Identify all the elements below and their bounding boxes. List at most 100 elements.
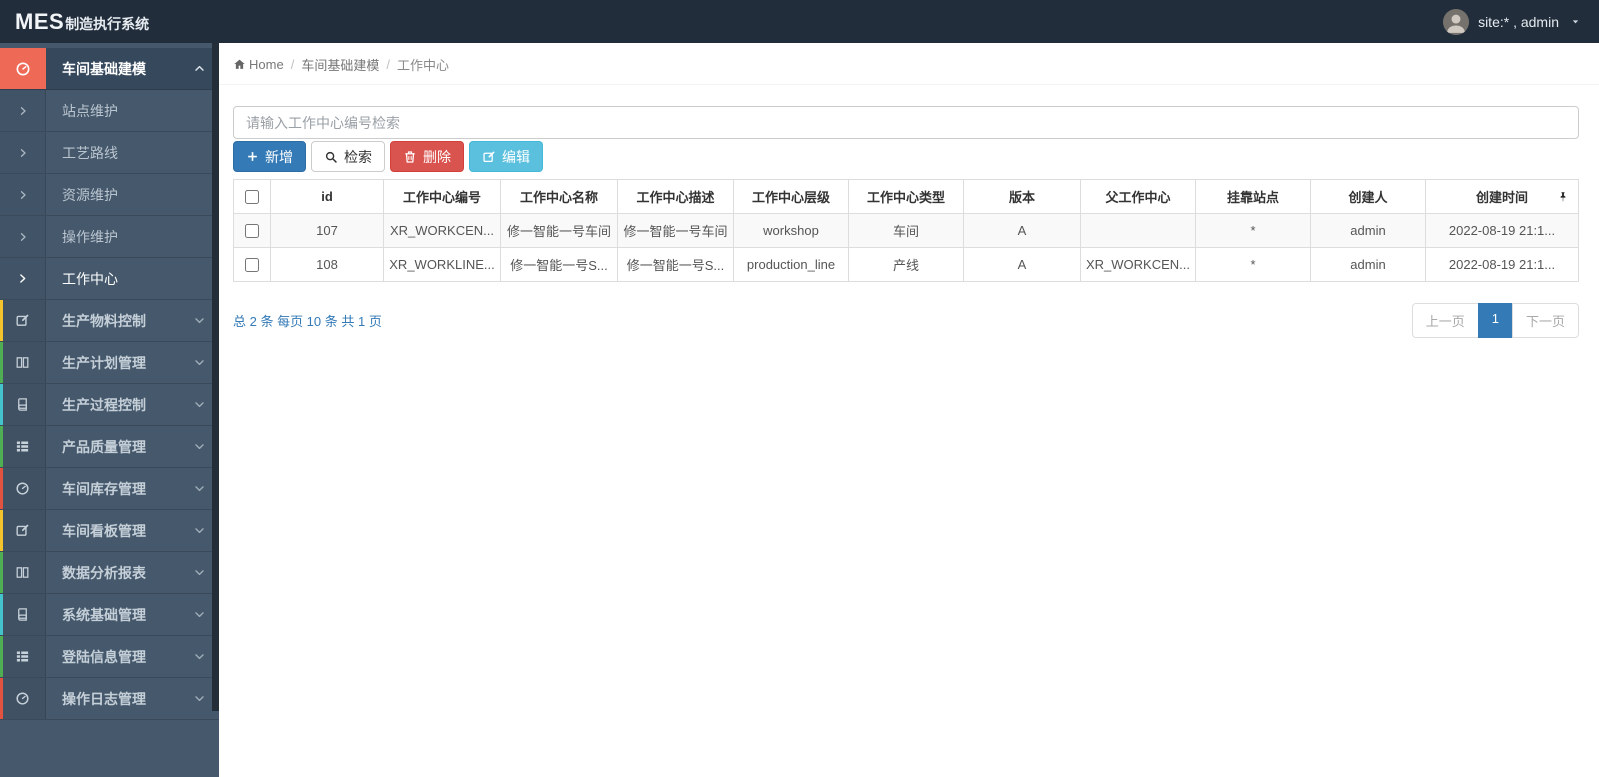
col-header-parent: 父工作中心 <box>1080 179 1196 214</box>
book-icon <box>0 594 46 635</box>
chevron-down-icon <box>193 482 206 495</box>
breadcrumb-level1[interactable]: 车间基础建模 <box>301 55 379 74</box>
chevron-down-icon <box>193 524 206 537</box>
angle-right-icon <box>0 174 46 215</box>
sidebar-item-plan-management[interactable]: 生产计划管理 <box>0 342 219 384</box>
logo-mes-text: MES <box>15 8 65 34</box>
sidebar-item-quality-management[interactable]: 产品质量管理 <box>0 426 219 468</box>
edit-icon <box>0 510 46 551</box>
col-header-name: 工作中心名称 <box>500 179 618 214</box>
col-header-station: 挂靠站点 <box>1195 179 1311 214</box>
trash-icon <box>403 150 417 164</box>
cell-creator: admin <box>1310 247 1426 282</box>
pagination-bar: 总 2 条 每页 10 条 共 1 页 上一页 1 下一页 <box>233 303 1579 338</box>
angle-right-icon <box>0 258 46 299</box>
sidebar-item-label: 产品质量管理 <box>62 438 146 455</box>
cell-creator: admin <box>1310 213 1426 248</box>
cell-code: XR_WORKLINE... <box>383 247 501 282</box>
cell-level: production_line <box>733 247 849 282</box>
sidebar-item-label: 车间基础建模 <box>62 60 146 77</box>
cell-name: 修一智能一号车间 <box>500 213 618 248</box>
list-icon <box>0 426 46 467</box>
prev-page-button[interactable]: 上一页 <box>1411 303 1479 338</box>
thumbtack-icon[interactable] <box>1557 191 1569 203</box>
next-page-button[interactable]: 下一页 <box>1511 303 1579 338</box>
cell-parent: XR_WORKCEN... <box>1080 247 1196 282</box>
sidebar-scrollbar[interactable] <box>212 43 219 711</box>
dashboard-icon <box>0 678 46 719</box>
list-icon <box>0 636 46 677</box>
search-icon <box>324 150 338 164</box>
plus-icon <box>246 150 259 163</box>
home-icon <box>233 58 246 71</box>
sidebar-item-operation-maintenance[interactable]: 操作维护 <box>0 216 219 258</box>
color-strip <box>0 636 3 677</box>
breadcrumb-current: 工作中心 <box>396 58 449 73</box>
table-header-row: id 工作中心编号 工作中心名称 工作中心描述 工作中心层级 工作中心类型 版本… <box>233 179 1579 214</box>
color-strip <box>0 678 3 719</box>
page-1-button[interactable]: 1 <box>1477 303 1513 338</box>
col-header-desc: 工作中心描述 <box>617 179 734 214</box>
sidebar-item-process-route[interactable]: 工艺路线 <box>0 132 219 174</box>
select-all-checkbox[interactable] <box>245 190 259 205</box>
cell-station: * <box>1195 247 1311 282</box>
col-header-code: 工作中心编号 <box>383 179 501 214</box>
sidebar-item-label: 生产过程控制 <box>62 396 146 413</box>
sidebar-item-label: 数据分析报表 <box>62 564 146 581</box>
sidebar-item-label: 系统基础管理 <box>62 606 146 623</box>
sidebar-item-material-control[interactable]: 生产物料控制 <box>0 300 219 342</box>
add-button[interactable]: 新增 <box>233 141 306 172</box>
cell-name: 修一智能一号S... <box>500 247 618 282</box>
search-button[interactable]: 检索 <box>311 141 385 172</box>
angle-right-icon <box>0 132 46 173</box>
sidebar-item-data-report[interactable]: 数据分析报表 <box>0 552 219 594</box>
pagination-summary: 总 2 条 每页 10 条 共 1 页 <box>233 314 382 329</box>
color-strip <box>0 426 3 467</box>
dashboard-icon <box>0 48 46 89</box>
cell-id: 108 <box>270 247 384 282</box>
cell-station: * <box>1195 213 1311 248</box>
sidebar-item-work-center[interactable]: 工作中心 <box>0 258 219 300</box>
table-row[interactable]: 108 XR_WORKLINE... 修一智能一号S... 修一智能一号S...… <box>233 247 1579 282</box>
sidebar-item-login-info[interactable]: 登陆信息管理 <box>0 636 219 678</box>
delete-button[interactable]: 删除 <box>390 141 464 172</box>
sidebar-item-system-management[interactable]: 系统基础管理 <box>0 594 219 636</box>
col-header-created-time: 创建时间 <box>1425 179 1579 214</box>
breadcrumb-home[interactable]: Home <box>233 57 284 72</box>
sidebar-item-inventory-management[interactable]: 车间库存管理 <box>0 468 219 510</box>
book-icon <box>0 384 46 425</box>
sidebar-item-process-control[interactable]: 生产过程控制 <box>0 384 219 426</box>
select-all-cell <box>233 179 271 214</box>
breadcrumb-separator: / <box>386 57 390 72</box>
table-row[interactable]: 107 XR_WORKCEN... 修一智能一号车间 修一智能一号车间 work… <box>233 213 1579 248</box>
logo-suffix-text: 制造执行系统 <box>65 15 150 32</box>
sidebar-item-label: 操作日志管理 <box>62 690 146 707</box>
col-header-creator: 创建人 <box>1310 179 1426 214</box>
cell-desc: 修一智能一号S... <box>617 247 734 282</box>
sidebar-item-label: 车间库存管理 <box>62 480 146 497</box>
sidebar-item-workshop-modeling[interactable]: 车间基础建模 <box>0 48 219 90</box>
chevron-down-icon <box>193 440 206 453</box>
sidebar-item-kanban-management[interactable]: 车间看板管理 <box>0 510 219 552</box>
sidebar-item-station-maintenance[interactable]: 站点维护 <box>0 90 219 132</box>
user-menu[interactable]: site:* , admin <box>1443 8 1581 35</box>
top-navbar: MES 制造执行系统 site:* , admin <box>0 0 1599 43</box>
row-checkbox[interactable] <box>245 258 259 273</box>
app-logo[interactable]: MES 制造执行系统 <box>15 9 149 35</box>
edit-button[interactable]: 编辑 <box>469 141 543 172</box>
col-header-type: 工作中心类型 <box>848 179 964 214</box>
row-select-cell <box>233 247 271 282</box>
breadcrumb: Home / 车间基础建模 / 工作中心 <box>219 43 1599 85</box>
row-checkbox[interactable] <box>245 224 259 239</box>
color-strip <box>0 594 3 635</box>
cell-level: workshop <box>733 213 849 248</box>
color-strip <box>0 300 3 341</box>
cell-created-time: 2022-08-19 21:1... <box>1425 247 1579 282</box>
sidebar-item-resource-maintenance[interactable]: 资源维护 <box>0 174 219 216</box>
search-input[interactable] <box>233 106 1579 139</box>
sidebar-item-label: 资源维护 <box>62 186 118 203</box>
chevron-down-icon <box>193 398 206 411</box>
sidebar-item-operation-log[interactable]: 操作日志管理 <box>0 678 219 720</box>
color-strip <box>0 342 3 383</box>
sidebar-item-label: 车间看板管理 <box>62 522 146 539</box>
